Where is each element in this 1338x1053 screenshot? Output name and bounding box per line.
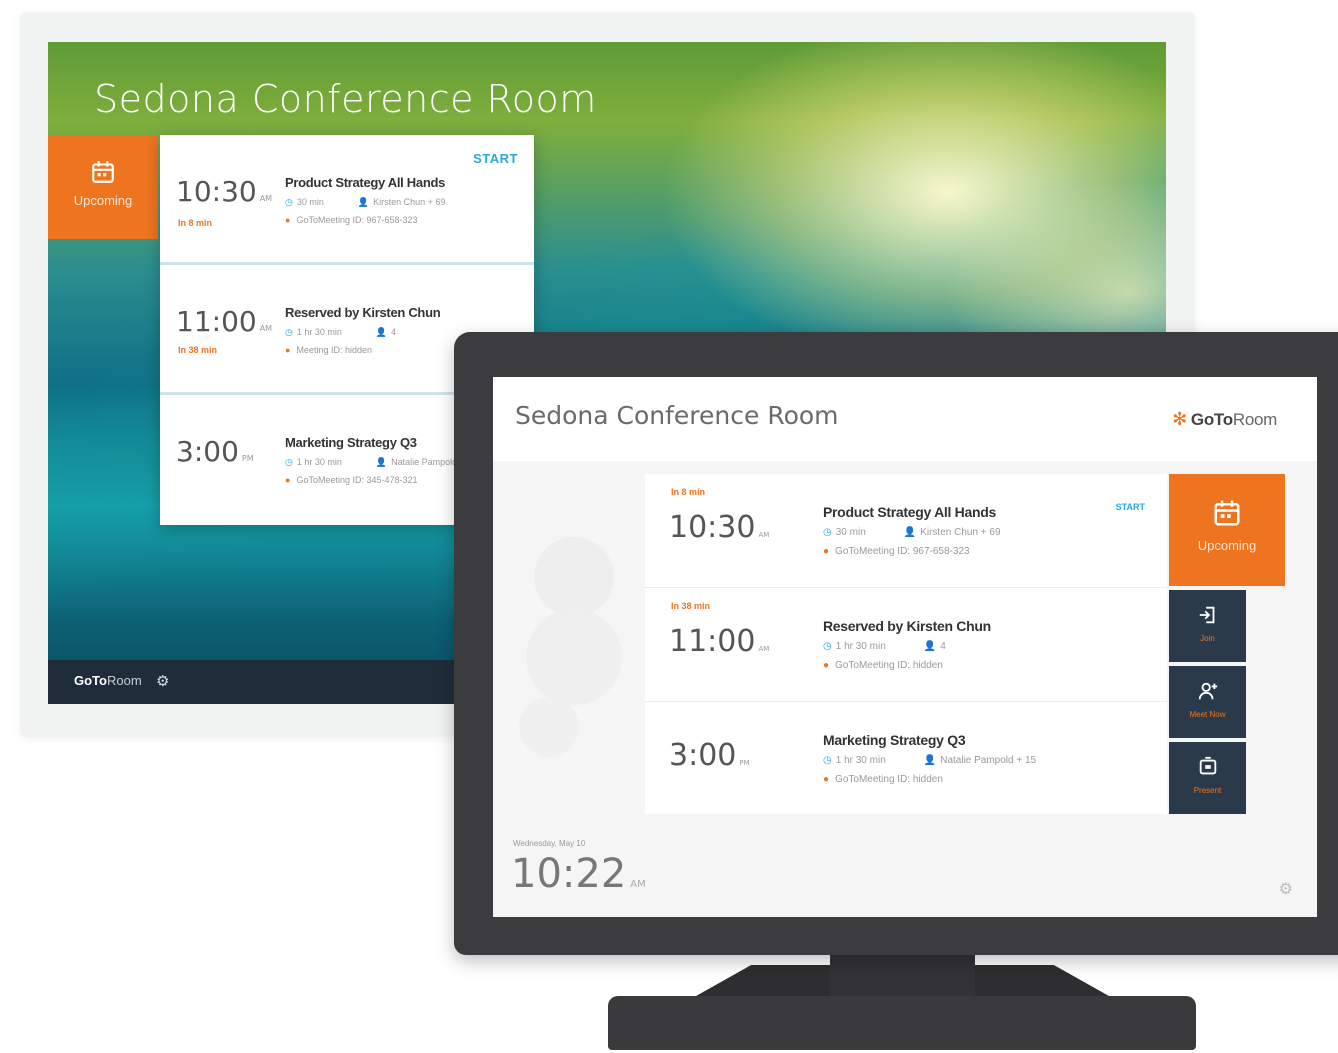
meet-now-label: Meet Now — [1189, 710, 1226, 719]
wall-meeting-meta: ◷ 1 hr 30 min 👤 Natalie Pampold + 15 — [285, 457, 478, 467]
goto-icon: ● — [285, 215, 291, 225]
tablet-meeting-id: ● GoToMeeting ID: hidden — [823, 660, 943, 671]
gear-icon[interactable]: ⚙ — [156, 672, 169, 690]
wall-meeting-time: 3:00 PM — [176, 435, 254, 468]
present-icon — [1197, 756, 1219, 775]
calendar-icon — [90, 161, 116, 183]
person-icon: 👤 — [375, 457, 388, 467]
tablet-brand-logo: ✻ GoToRoom — [1172, 409, 1277, 429]
tablet-meeting-meta: ◷ 1 hr 30 min 👤 4 — [823, 641, 946, 652]
wall-room-title: Sedona Conference Room — [94, 77, 597, 121]
join-icon — [1197, 606, 1219, 624]
wall-upcoming-label: Upcoming — [73, 193, 133, 208]
person-icon: 👤 — [903, 527, 917, 538]
wall-meeting-meta: ◷ 30 min 👤 Kirsten Chun + 69 — [285, 197, 446, 207]
monitor-base — [608, 996, 1196, 1050]
clock-icon: ◷ — [285, 327, 293, 337]
person-icon: 👤 — [357, 197, 370, 207]
wall-start-button[interactable]: START — [473, 151, 518, 166]
tablet-meeting-row[interactable]: START In 8 min 10:30 AM Product Strategy … — [645, 474, 1167, 588]
present-label: Present — [1193, 786, 1222, 795]
present-button[interactable]: Present — [1169, 742, 1246, 814]
wall-brand-logo: GoToRoom — [74, 673, 142, 688]
add-person-icon — [1197, 682, 1219, 700]
wall-meeting-time: 10:30 AM — [176, 175, 273, 208]
tablet-meeting-row[interactable]: In 38 min 11:00 AM Reserved by Kirsten Ch… — [645, 588, 1167, 702]
monitor-neck — [830, 953, 975, 999]
tablet-meeting-row[interactable]: 3:00 PM Marketing Strategy Q3 ◷ 1 hr 30 mi… — [645, 702, 1167, 816]
tablet-meeting-meta: ◷ 1 hr 30 min 👤 Natalie Pampold + 15 — [823, 755, 1037, 766]
wall-meeting-title: Product Strategy All Hands — [285, 175, 446, 190]
tablet-upcoming-tab[interactable]: Upcoming — [1169, 474, 1285, 586]
person-icon: 👤 — [375, 327, 388, 337]
wall-meeting-row[interactable]: START 10:30 AM In 8 min Product Strategy … — [160, 135, 534, 265]
goto-icon: ● — [285, 475, 291, 485]
tablet-meeting-relative: In 38 min — [671, 601, 711, 611]
tablet-room-title: Sedona Conference Room — [515, 401, 839, 430]
goto-icon: ● — [285, 345, 291, 355]
gear-icon[interactable]: ⚙ — [1279, 879, 1293, 899]
clock-icon: ◷ — [285, 197, 293, 207]
wall-meeting-id: ● GoToMeeting ID: 345-478-321 — [285, 475, 418, 485]
tablet-meeting-list: START In 8 min 10:30 AM Product Strategy … — [645, 474, 1167, 814]
clock-icon: ◷ — [823, 527, 832, 538]
meet-now-button[interactable]: Meet Now — [1169, 666, 1246, 738]
wall-meeting-time: 11:00 AM — [176, 305, 273, 338]
tablet-meeting-time: 11:00 AM — [669, 624, 770, 659]
tablet-meeting-time: 3:00 PM — [669, 738, 750, 773]
join-label: Join — [1200, 634, 1215, 643]
wall-meeting-title: Marketing Strategy Q3 — [285, 435, 417, 450]
tablet-upcoming-label: Upcoming — [1197, 538, 1257, 553]
wall-meeting-relative: In 8 min — [178, 218, 213, 228]
tablet-meeting-id: ● GoToMeeting ID: 967-658-323 — [823, 546, 970, 557]
watermark-icon — [519, 537, 622, 757]
clock-icon: ◷ — [823, 755, 832, 766]
wall-meeting-meta: ◷ 1 hr 30 min 👤 4 — [285, 327, 397, 337]
tablet-meeting-title: Product Strategy All Hands — [823, 504, 996, 520]
goto-icon: ● — [823, 660, 830, 671]
tablet-meeting-title: Marketing Strategy Q3 — [823, 732, 966, 748]
calendar-icon — [1212, 500, 1242, 526]
tablet-header: Sedona Conference Room ✻ GoToRoom — [493, 377, 1317, 461]
person-icon: 👤 — [923, 755, 937, 766]
current-time: 10:22 AM — [511, 851, 646, 897]
wall-meeting-relative: In 38 min — [178, 345, 218, 355]
goto-icon: ● — [823, 774, 830, 785]
current-date: Wednesday, May 10 — [513, 839, 586, 848]
tablet-start-button[interactable]: START — [1116, 502, 1145, 512]
wall-meeting-id: ● GoToMeeting ID: 967-658-323 — [285, 215, 418, 225]
tablet-meeting-title: Reserved by Kirsten Chun — [823, 618, 991, 634]
wall-upcoming-tab[interactable]: Upcoming — [48, 135, 158, 239]
person-icon: 👤 — [923, 641, 937, 652]
tablet-meeting-relative: In 8 min — [671, 487, 706, 497]
clock-icon: ◷ — [823, 641, 832, 652]
tablet-meeting-id: ● GoToMeeting ID: hidden — [823, 774, 943, 785]
clock-icon: ◷ — [285, 457, 293, 467]
tablet-meeting-time: 10:30 AM — [669, 510, 770, 545]
wall-meeting-title: Reserved by Kirsten Chun — [285, 305, 441, 320]
join-button[interactable]: Join — [1169, 590, 1246, 662]
wall-meeting-id: ● Meeting ID: hidden — [285, 345, 372, 355]
tablet-screen: Sedona Conference Room ✻ GoToRoom START I… — [493, 377, 1317, 917]
goto-logo-icon: ✻ — [1172, 409, 1187, 429]
tablet-meeting-meta: ◷ 30 min 👤 Kirsten Chun + 69 — [823, 527, 1001, 538]
goto-icon: ● — [823, 546, 830, 557]
